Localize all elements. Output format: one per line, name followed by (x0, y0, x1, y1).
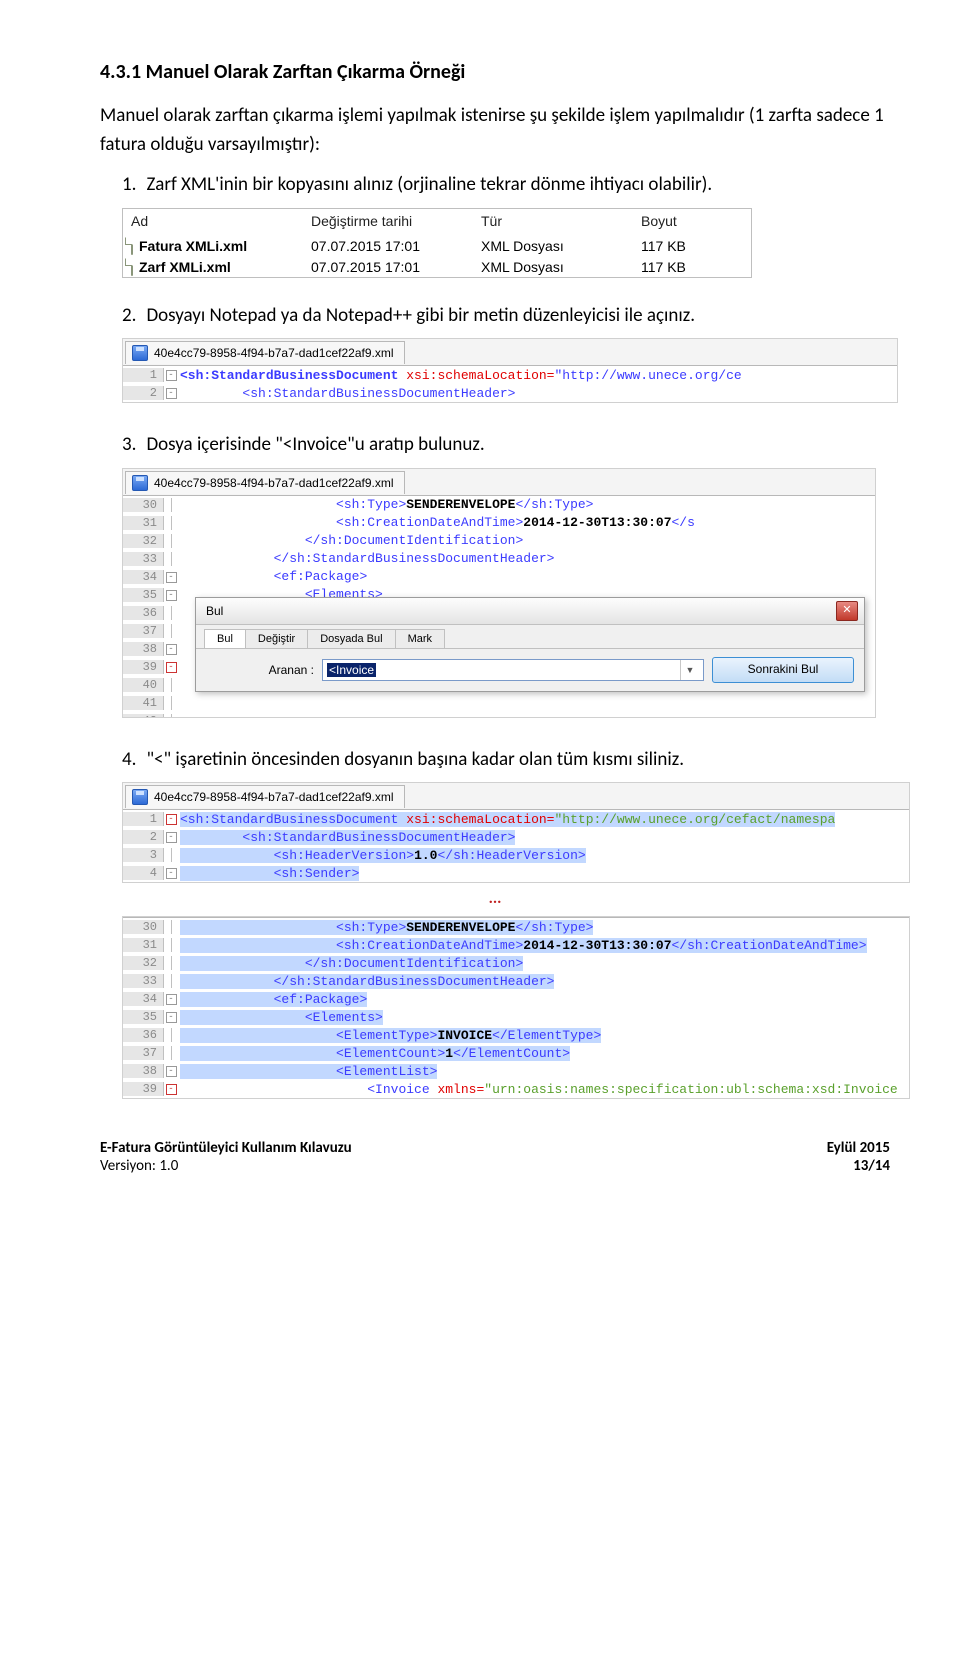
list-text: Dosyayı Notepad ya da Notepad++ gibi bir… (146, 302, 890, 331)
tab-filename: 40e4cc79-8958-4f94-b7a7-dad1cef22af9.xml (154, 346, 394, 360)
editor-tab: 40e4cc79-8958-4f94-b7a7-dad1cef22af9.xml (125, 471, 405, 494)
code-text: "http://www.unece.org/ce (554, 368, 741, 383)
code-text: <sh:StandardBusinessDocument (180, 368, 406, 383)
column-size: Boyut (641, 213, 741, 229)
list-text: "<" işaretinin öncesinden dosyanın başın… (146, 746, 890, 775)
code-editor-screenshot: 40e4cc79-8958-4f94-b7a7-dad1cef22af9.xml… (122, 468, 876, 718)
list-number: 1. (122, 171, 136, 200)
disk-icon (132, 345, 148, 361)
find-next-button[interactable]: Sonrakini Bul (712, 657, 854, 683)
code-editor-screenshot: 30 <sh:Type>SENDERENVELOPE</sh:Type> 31 … (122, 916, 910, 1099)
list-text: Dosya içerisinde "<Invoice"u aratıp bulu… (146, 431, 890, 460)
tab-find[interactable]: Bul (204, 629, 246, 648)
tab-mark[interactable]: Mark (395, 629, 445, 648)
file-icon (131, 237, 133, 255)
file-size: 117 KB (641, 259, 741, 275)
table-row: Fatura XMLi.xml 07.07.2015 17:01 XML Dos… (123, 235, 751, 256)
footer-title: E-Fatura Görüntüleyici Kullanım Kılavuzu (100, 1139, 352, 1157)
file-type: XML Dosyası (481, 259, 641, 275)
find-dialog: Bul ✕ Bul Değiştir Dosyada Bul Mark Aran… (195, 597, 865, 692)
footer-page: 13/14 (827, 1157, 890, 1175)
tab-replace[interactable]: Değiştir (245, 629, 308, 648)
file-size: 117 KB (641, 238, 741, 254)
list-text: Zarf XML'inin bir kopyasını alınız (orji… (146, 171, 890, 200)
table-row: Zarf XMLi.xml 07.07.2015 17:01 XML Dosya… (123, 256, 751, 277)
column-date: Değiştirme tarihi (311, 213, 481, 229)
code-text: <sh:StandardBusinessDocumentHeader> (242, 386, 515, 401)
list-number: 2. (122, 302, 136, 331)
file-list-screenshot: Ad Değiştirme tarihi Tür Boyut Fatura XM… (122, 208, 752, 278)
dialog-title: Bul (206, 604, 223, 618)
find-input[interactable]: <Invoice ▼ (322, 659, 704, 681)
column-name: Ad (131, 213, 311, 229)
tab-findinfiles[interactable]: Dosyada Bul (307, 629, 395, 648)
intro-paragraph: Manuel olarak zarftan çıkarma işlemi yap… (100, 102, 890, 159)
file-icon (131, 258, 133, 276)
file-date: 07.07.2015 17:01 (311, 259, 481, 275)
editor-tab: 40e4cc79-8958-4f94-b7a7-dad1cef22af9.xml (125, 341, 405, 364)
find-label: Aranan : (206, 663, 314, 677)
footer-version: Versiyon: 1.0 (100, 1157, 352, 1175)
find-input-value: <Invoice (327, 663, 376, 677)
list-number: 4. (122, 746, 136, 775)
tab-filename: 40e4cc79-8958-4f94-b7a7-dad1cef22af9.xml (154, 476, 394, 490)
disk-icon (132, 789, 148, 805)
disk-icon (132, 475, 148, 491)
section-heading: 4.3.1 Manuel Olarak Zarftan Çıkarma Örne… (100, 60, 890, 84)
tab-filename: 40e4cc79-8958-4f94-b7a7-dad1cef22af9.xml (154, 790, 394, 804)
file-date: 07.07.2015 17:01 (311, 238, 481, 254)
file-type: XML Dosyası (481, 238, 641, 254)
close-icon[interactable]: ✕ (836, 601, 858, 621)
code-editor-screenshot: 40e4cc79-8958-4f94-b7a7-dad1cef22af9.xml… (122, 782, 910, 883)
column-type: Tür (481, 213, 641, 229)
editor-tab: 40e4cc79-8958-4f94-b7a7-dad1cef22af9.xml (125, 785, 405, 808)
ellipsis: ... (489, 889, 502, 908)
code-text: xsi:schemaLocation= (406, 368, 554, 383)
code-editor-screenshot: 40e4cc79-8958-4f94-b7a7-dad1cef22af9.xml… (122, 338, 898, 403)
file-name: Fatura XMLi.xml (139, 238, 247, 254)
page-footer: E-Fatura Görüntüleyici Kullanım Kılavuzu… (100, 1139, 890, 1175)
chevron-down-icon[interactable]: ▼ (680, 660, 699, 680)
list-number: 3. (122, 431, 136, 460)
file-name: Zarf XMLi.xml (139, 259, 231, 275)
footer-date: Eylül 2015 (827, 1139, 890, 1157)
